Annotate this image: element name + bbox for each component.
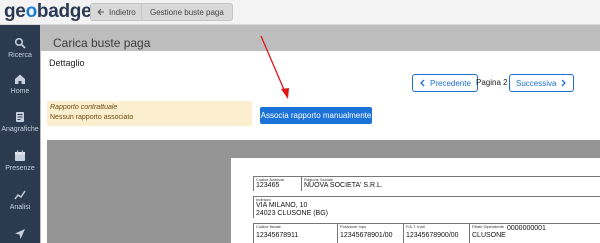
field-label: Filiale Dipendente (472, 224, 505, 229)
next-button[interactable]: Successiva (509, 74, 575, 92)
company-code-cell: Codice Azienda 123465 (253, 176, 301, 191)
address-line-1: VIA MILANO, 10 (256, 202, 308, 209)
inail-pat-cell: P.A.T. Inail 12345678900/00 (403, 223, 469, 243)
app-logo[interactable]: geobadge (4, 1, 92, 23)
breadcrumb[interactable]: Gestione buste paga (141, 3, 233, 21)
employee-branch: CLUSONE (472, 232, 506, 239)
people-icon (16, 112, 24, 122)
payslip-page: Codice Azienda 123465 Ragione Sociale NU… (231, 158, 600, 243)
breadcrumb-label: Gestione buste paga (150, 7, 224, 17)
search-icon (14, 37, 26, 49)
inps-position-cell: Posizione Inps 12345678901/00 (337, 223, 403, 243)
back-button[interactable]: Indietro (90, 3, 145, 21)
pdf-viewer[interactable]: Codice Azienda 123465 Ragione Sociale NU… (47, 140, 600, 243)
sidebar-item-label: Analisi (9, 204, 31, 211)
chevron-left-icon (420, 79, 425, 87)
sidebar-item-ricerca[interactable]: Ricerca (0, 37, 40, 59)
sidebar-item-home[interactable]: Home (0, 73, 40, 95)
field-label: Posizione Inps (340, 224, 367, 229)
modal-title: Dettaglio (49, 58, 85, 68)
next-button-label: Successiva (516, 78, 557, 88)
page-indicator: Pagina 2 (476, 78, 508, 87)
tax-code-cell: Codice fiscale 12345678911 (253, 223, 337, 243)
page-title: Carica buste paga (53, 36, 151, 50)
tax-code: 12345678911 (256, 232, 299, 239)
chart-icon (14, 190, 26, 200)
address-line-2: 24023 CLUSONE (BG) (256, 210, 328, 217)
send-icon (15, 229, 25, 239)
sidebar-item-label: Ricerca (8, 52, 32, 59)
back-button-label: Indietro (109, 7, 136, 17)
calendar-icon (15, 150, 25, 161)
address-cell: Indirizzo VIA MILANO, 10 24023 CLUSONE (… (253, 196, 600, 218)
company-code: 123465 (256, 182, 280, 189)
sidebar: Ricerca Home Anagrafiche Presenze Analis… (0, 25, 40, 243)
sidebar-item-send[interactable] (0, 228, 40, 243)
warning-message: Nessun rapporto associato (50, 114, 134, 121)
sidebar-item-label: Home (10, 88, 30, 95)
field-label: P.A.T. Inail (406, 224, 425, 229)
inail-pat: 12345678900/00 (406, 232, 459, 239)
previous-button[interactable]: Precedente (412, 74, 478, 92)
sidebar-item-label: Anagrafiche (1, 126, 39, 133)
company-name-cell: Ragione Sociale NUOVA SOCIETA' S.R.L. (301, 176, 600, 191)
field-label: Codice fiscale (256, 224, 281, 229)
arrow-left-icon (97, 8, 104, 16)
previous-button-label: Precedente (430, 78, 471, 88)
detail-modal: Dettaglio Precedente Pagina 2 Successiva… (41, 51, 600, 243)
associate-contract-button[interactable]: Associa rapporto manualmente (260, 107, 372, 124)
sidebar-item-anagrafiche[interactable]: Anagrafiche (0, 111, 40, 133)
top-bar: geobadge Indietro Gestione buste paga (0, 0, 600, 25)
contract-warning: Rapporto contrattuale Nessun rapporto as… (47, 101, 252, 126)
sidebar-item-presenze[interactable]: Presenze (0, 150, 40, 172)
chevron-right-icon (562, 79, 567, 87)
employee-code: 0000000001 (507, 225, 546, 232)
inps-position: 12345678901/00 (340, 232, 393, 239)
branch-cell: Filiale Dipendente CLUSONE 0000000001 (469, 223, 600, 243)
sidebar-item-label: Presenze (5, 165, 35, 172)
warning-title: Rapporto contrattuale (50, 104, 118, 111)
company-name: NUOVA SOCIETA' S.R.L. (304, 182, 383, 189)
sidebar-item-analisi[interactable]: Analisi (0, 189, 40, 211)
home-icon (15, 74, 25, 84)
